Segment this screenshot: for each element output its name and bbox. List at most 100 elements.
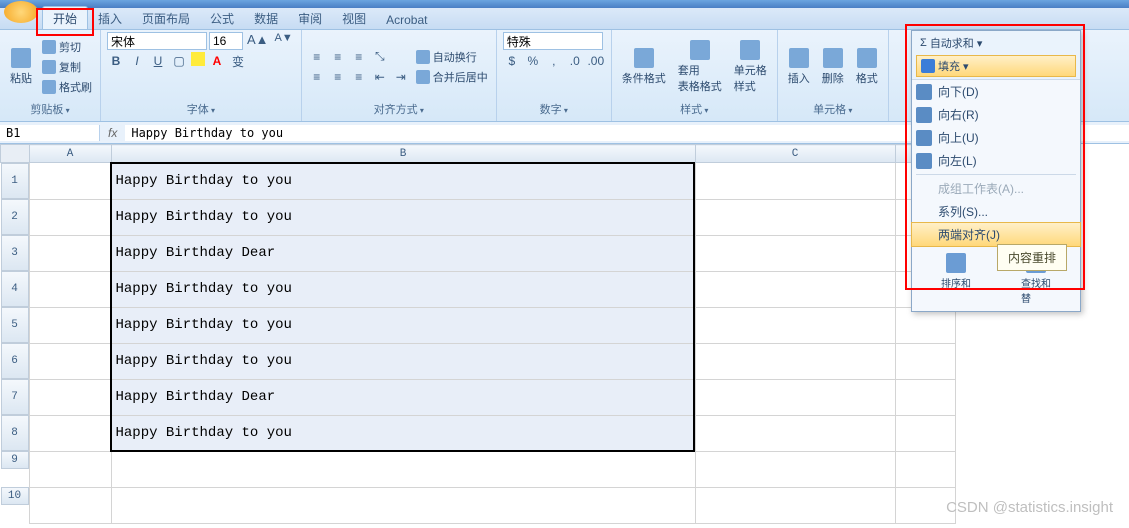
cell[interactable] — [895, 307, 955, 343]
format-button[interactable]: 格式 — [852, 46, 882, 88]
cell[interactable]: Happy Birthday to you — [111, 415, 695, 451]
cell[interactable] — [29, 415, 111, 451]
cell[interactable] — [895, 451, 955, 487]
insert-button[interactable]: 插入 — [784, 46, 814, 88]
fill-series[interactable]: 系列(S)... — [912, 200, 1080, 223]
tab-view[interactable]: 视图 — [332, 7, 376, 29]
cell[interactable]: Happy Birthday to you — [111, 271, 695, 307]
cell[interactable] — [695, 235, 895, 271]
inc-decimal-icon[interactable]: .0 — [566, 52, 584, 70]
fx-icon[interactable]: fx — [100, 126, 125, 140]
cell[interactable] — [695, 487, 895, 523]
conditional-format-button[interactable]: 条件格式 — [618, 46, 670, 88]
cell-style-button[interactable]: 单元格 样式 — [730, 38, 771, 96]
align-right-icon[interactable]: ≡ — [350, 68, 368, 86]
tab-insert[interactable]: 插入 — [88, 7, 132, 29]
phonetic-button[interactable]: 变 — [229, 52, 247, 70]
row-header[interactable]: 7 — [1, 379, 29, 415]
cell[interactable] — [895, 415, 955, 451]
name-box[interactable]: B1 — [0, 125, 100, 141]
tab-layout[interactable]: 页面布局 — [132, 7, 200, 29]
cell[interactable]: Happy Birthday to you — [111, 307, 695, 343]
cell[interactable] — [695, 343, 895, 379]
increase-font-icon[interactable]: A▲ — [245, 32, 271, 50]
cell[interactable] — [695, 271, 895, 307]
row-header[interactable]: 10 — [1, 487, 29, 505]
cell[interactable] — [29, 343, 111, 379]
cut-button[interactable]: 剪切 — [40, 38, 94, 56]
col-header-c[interactable]: C — [695, 145, 895, 163]
fill-up[interactable]: 向上(U) — [912, 126, 1080, 149]
indent-inc-icon[interactable]: ⇥ — [392, 68, 410, 86]
tab-review[interactable]: 审阅 — [288, 7, 332, 29]
tab-home[interactable]: 开始 — [42, 6, 88, 29]
font-name-input[interactable] — [107, 32, 207, 50]
font-size-input[interactable] — [209, 32, 243, 50]
fill-button[interactable]: 填充 ▾ — [916, 55, 1076, 77]
percent-icon[interactable]: % — [524, 52, 542, 70]
comma-icon[interactable]: , — [545, 52, 563, 70]
align-left-icon[interactable]: ≡ — [308, 68, 326, 86]
border-button[interactable]: ▢ — [170, 52, 188, 70]
row-header[interactable]: 2 — [1, 199, 29, 235]
cell[interactable] — [695, 199, 895, 235]
col-header-a[interactable]: A — [29, 145, 111, 163]
cell[interactable] — [29, 379, 111, 415]
cell[interactable]: Happy Birthday Dear — [111, 235, 695, 271]
font-color-button[interactable]: A — [208, 52, 226, 70]
dec-decimal-icon[interactable]: .00 — [587, 52, 605, 70]
cell[interactable] — [29, 451, 111, 487]
align-bottom-icon[interactable]: ≡ — [350, 48, 368, 66]
indent-dec-icon[interactable]: ⇤ — [371, 68, 389, 86]
cell[interactable] — [29, 307, 111, 343]
format-painter-button[interactable]: 格式刷 — [40, 78, 94, 96]
cell[interactable]: Happy Birthday to you — [111, 163, 695, 200]
cell[interactable]: Happy Birthday to you — [111, 199, 695, 235]
fill-left[interactable]: 向左(L) — [912, 149, 1080, 172]
paste-button[interactable]: 粘贴 — [6, 46, 36, 88]
cell[interactable] — [111, 487, 695, 523]
cell[interactable] — [695, 307, 895, 343]
row-header[interactable]: 6 — [1, 343, 29, 379]
underline-button[interactable]: U — [149, 52, 167, 70]
tab-formulas[interactable]: 公式 — [200, 7, 244, 29]
sort-button[interactable]: 排序和 — [937, 251, 975, 307]
row-header[interactable]: 4 — [1, 271, 29, 307]
cell[interactable]: Happy Birthday Dear — [111, 379, 695, 415]
cell[interactable] — [29, 235, 111, 271]
tab-acrobat[interactable]: Acrobat — [376, 10, 437, 29]
row-header[interactable]: 8 — [1, 415, 29, 451]
italic-button[interactable]: I — [128, 52, 146, 70]
tab-data[interactable]: 数据 — [244, 7, 288, 29]
office-button[interactable] — [4, 1, 38, 23]
row-header[interactable]: 9 — [1, 451, 29, 469]
cell[interactable] — [695, 379, 895, 415]
cell[interactable] — [695, 415, 895, 451]
align-middle-icon[interactable]: ≡ — [329, 48, 347, 66]
cell[interactable] — [895, 379, 955, 415]
row-header[interactable]: 5 — [1, 307, 29, 343]
merge-center-button[interactable]: 合并后居中 — [414, 68, 490, 86]
fill-color-button[interactable] — [191, 52, 205, 66]
cell[interactable] — [29, 163, 111, 200]
bold-button[interactable]: B — [107, 52, 125, 70]
align-top-icon[interactable]: ≡ — [308, 48, 326, 66]
cell[interactable] — [695, 163, 895, 200]
fill-down[interactable]: 向下(D) — [912, 80, 1080, 103]
col-header-b[interactable]: B — [111, 145, 695, 163]
currency-icon[interactable]: $ — [503, 52, 521, 70]
cell[interactable] — [29, 199, 111, 235]
cell[interactable] — [895, 343, 955, 379]
decrease-font-icon[interactable]: A▼ — [273, 32, 295, 50]
fill-right[interactable]: 向右(R) — [912, 103, 1080, 126]
align-center-icon[interactable]: ≡ — [329, 68, 347, 86]
orientation-icon[interactable]: ⤡ — [371, 48, 389, 66]
copy-button[interactable]: 复制 — [40, 58, 94, 76]
row-header[interactable]: 1 — [1, 163, 29, 199]
cell[interactable] — [695, 451, 895, 487]
select-all-corner[interactable] — [1, 145, 30, 163]
cell[interactable] — [29, 271, 111, 307]
number-format-select[interactable] — [503, 32, 603, 50]
cell[interactable]: Happy Birthday to you — [111, 343, 695, 379]
cell[interactable] — [111, 451, 695, 487]
